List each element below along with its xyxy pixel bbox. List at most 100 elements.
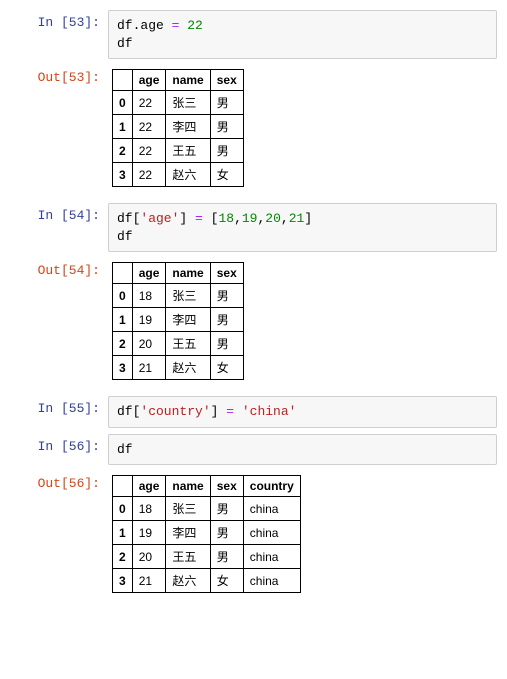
cell: 男 xyxy=(210,308,243,332)
output-area-53: age name sex 0 22 张三 男 1 22 李四 男 2 22 王五… xyxy=(108,65,497,197)
cell: 张三 xyxy=(166,284,210,308)
code-token: , xyxy=(281,211,289,226)
cell: 22 xyxy=(132,91,166,115)
col-header: sex xyxy=(210,70,243,91)
cell: 21 xyxy=(132,569,166,593)
out-prompt-53: Out[53]: xyxy=(10,65,108,85)
table-row: 2 22 王五 男 xyxy=(113,139,244,163)
col-header: name xyxy=(166,263,210,284)
table-row: 1 19 李四 男 xyxy=(113,308,244,332)
in-prompt-54: In [54]: xyxy=(10,203,108,223)
in-prompt-56: In [56]: xyxy=(10,434,108,454)
table-row: 3 21 赵六 女 xyxy=(113,356,244,380)
cell-53-input: In [53]: df.age = 22 df xyxy=(10,10,497,59)
cell-56-input: In [56]: df xyxy=(10,434,497,466)
row-index: 3 xyxy=(113,356,133,380)
cell: 19 xyxy=(132,308,166,332)
code-token: df xyxy=(117,229,133,244)
code-token: 'country' xyxy=(140,404,210,419)
col-header: age xyxy=(132,263,166,284)
code-token: = xyxy=(195,211,211,226)
table-row: 0 22 张三 男 xyxy=(113,91,244,115)
col-header: age xyxy=(132,70,166,91)
in-prompt-53: In [53]: xyxy=(10,10,108,30)
row-index: 2 xyxy=(113,545,133,569)
out-prompt-56: Out[56]: xyxy=(10,471,108,491)
output-area-56: age name sex country 0 18 张三 男 china 1 1… xyxy=(108,471,497,603)
code-token: = xyxy=(226,404,242,419)
table-corner xyxy=(113,70,133,91)
table-row: 1 19 李四 男 china xyxy=(113,521,301,545)
row-index: 2 xyxy=(113,332,133,356)
code-token: df xyxy=(117,442,133,457)
code-token: , xyxy=(234,211,242,226)
dataframe-53: age name sex 0 22 张三 男 1 22 李四 男 2 22 王五… xyxy=(112,69,244,187)
cell: 男 xyxy=(210,91,243,115)
code-token: ] xyxy=(304,211,312,226)
table-corner xyxy=(113,263,133,284)
col-header: sex xyxy=(210,263,243,284)
cell: 19 xyxy=(132,521,166,545)
cell: 女 xyxy=(210,356,243,380)
cell: 张三 xyxy=(166,497,210,521)
cell: china xyxy=(243,521,300,545)
row-index: 1 xyxy=(113,115,133,139)
cell-54-input: In [54]: df['age'] = [18,19,20,21] df xyxy=(10,203,497,252)
code-editor-54[interactable]: df['age'] = [18,19,20,21] df xyxy=(108,203,497,252)
cell: 王五 xyxy=(166,545,210,569)
cell: 男 xyxy=(210,115,243,139)
row-index: 0 xyxy=(113,284,133,308)
col-header: country xyxy=(243,476,300,497)
cell: 王五 xyxy=(166,332,210,356)
cell: 18 xyxy=(132,497,166,521)
table-row: 0 18 张三 男 xyxy=(113,284,244,308)
cell: 22 xyxy=(132,163,166,187)
cell: 20 xyxy=(132,332,166,356)
col-header: name xyxy=(166,70,210,91)
cell: 22 xyxy=(132,115,166,139)
row-index: 0 xyxy=(113,91,133,115)
code-token: 19 xyxy=(242,211,258,226)
code-token: df xyxy=(117,36,133,51)
row-index: 1 xyxy=(113,521,133,545)
cell: china xyxy=(243,569,300,593)
table-row: 3 22 赵六 女 xyxy=(113,163,244,187)
table-row: 2 20 王五 男 xyxy=(113,332,244,356)
row-index: 0 xyxy=(113,497,133,521)
table-row: 2 20 王五 男 china xyxy=(113,545,301,569)
code-token: 21 xyxy=(289,211,305,226)
cell: 王五 xyxy=(166,139,210,163)
cell: 男 xyxy=(210,497,243,521)
code-editor-56[interactable]: df xyxy=(108,434,497,466)
cell-56-output: Out[56]: age name sex country 0 18 张三 男 … xyxy=(10,471,497,603)
cell: 22 xyxy=(132,139,166,163)
output-area-54: age name sex 0 18 张三 男 1 19 李四 男 2 20 王五… xyxy=(108,258,497,390)
cell: 男 xyxy=(210,284,243,308)
cell-55-input: In [55]: df['country'] = 'china' xyxy=(10,396,497,428)
code-token: 'age' xyxy=(140,211,179,226)
code-editor-53[interactable]: df.age = 22 df xyxy=(108,10,497,59)
cell: 18 xyxy=(132,284,166,308)
out-prompt-54: Out[54]: xyxy=(10,258,108,278)
code-token: df[ xyxy=(117,404,140,419)
cell: china xyxy=(243,545,300,569)
code-token: 'china' xyxy=(242,404,297,419)
cell: 男 xyxy=(210,545,243,569)
row-index: 2 xyxy=(113,139,133,163)
code-token: 18 xyxy=(218,211,234,226)
cell-53-output: Out[53]: age name sex 0 22 张三 男 1 22 李四 … xyxy=(10,65,497,197)
cell: 赵六 xyxy=(166,163,210,187)
cell: 男 xyxy=(210,139,243,163)
dataframe-56: age name sex country 0 18 张三 男 china 1 1… xyxy=(112,475,301,593)
code-token: 20 xyxy=(265,211,281,226)
dataframe-54: age name sex 0 18 张三 男 1 19 李四 男 2 20 王五… xyxy=(112,262,244,380)
cell: 李四 xyxy=(166,521,210,545)
code-token: ] xyxy=(179,211,195,226)
row-index: 1 xyxy=(113,308,133,332)
col-header: age xyxy=(132,476,166,497)
cell: 男 xyxy=(210,332,243,356)
code-token: ] xyxy=(211,404,227,419)
code-editor-55[interactable]: df['country'] = 'china' xyxy=(108,396,497,428)
table-row: 1 22 李四 男 xyxy=(113,115,244,139)
cell: 20 xyxy=(132,545,166,569)
